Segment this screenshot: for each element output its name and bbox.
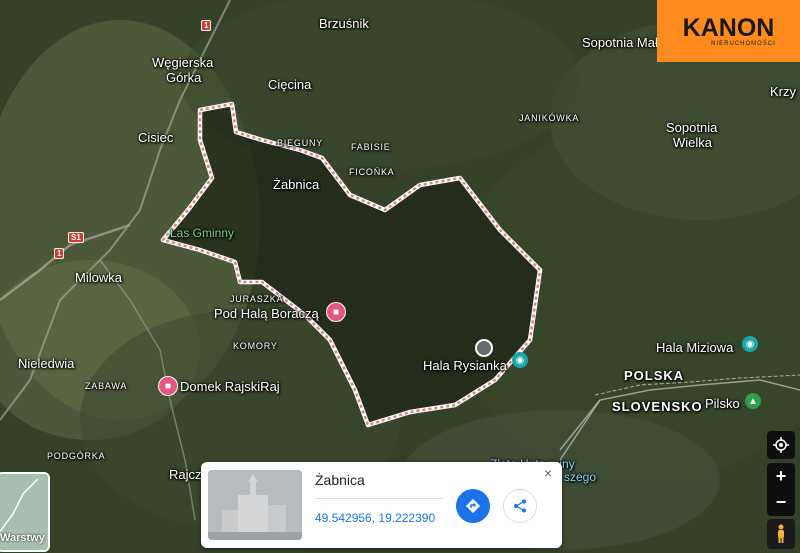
poi-label[interactable]: Pod Halą Boraczą <box>214 306 319 321</box>
poi-label[interactable]: szego <box>564 470 596 484</box>
camera-pin-icon[interactable]: ◉ <box>742 336 758 352</box>
place-label[interactable]: FABISIE <box>351 142 391 152</box>
logo-text: KANON <box>682 13 775 42</box>
country-label: SLOVENSKO <box>612 399 703 414</box>
poi-label[interactable]: Pilsko <box>705 396 740 411</box>
directions-icon <box>465 498 481 514</box>
road-shield-1: 1 <box>201 20 212 31</box>
country-label: POLSKA <box>624 368 685 383</box>
place-label[interactable]: Wielka <box>673 135 712 150</box>
location-pin-icon[interactable] <box>475 339 493 357</box>
place-card[interactable]: Żabnica 49.542956, 19.222390 × <box>201 462 562 548</box>
camera-pin-icon[interactable]: ◉ <box>512 352 528 368</box>
road-shield-s1: S1 <box>68 232 84 243</box>
place-label[interactable]: JURASZKA <box>230 294 283 304</box>
place-label[interactable]: BIEGUNY <box>277 138 323 148</box>
park-label[interactable]: Las Gminny <box>170 226 234 240</box>
place-label[interactable]: PODGÓRKA <box>47 451 105 461</box>
kanon-logo: KANON NIERUCHOMOŚCI <box>657 0 800 62</box>
zoom-in-button[interactable]: + <box>767 463 795 489</box>
directions-button[interactable] <box>456 489 490 523</box>
place-label[interactable]: Cięcina <box>268 77 311 92</box>
close-card-button[interactable]: × <box>544 465 552 481</box>
place-label[interactable]: KOMORY <box>233 341 278 351</box>
place-label[interactable]: Górka <box>166 70 201 85</box>
pegman-button[interactable] <box>767 519 795 549</box>
divider <box>315 498 443 499</box>
my-location-button[interactable] <box>767 431 795 459</box>
place-label[interactable]: Sopotnia Mała <box>582 35 665 50</box>
building-icon <box>208 470 302 540</box>
place-label[interactable]: Żabnica <box>273 177 319 192</box>
place-label[interactable]: Rajcz <box>169 467 202 482</box>
place-label[interactable]: Brzuśnik <box>319 16 369 31</box>
place-label[interactable]: Krzy <box>770 84 796 99</box>
place-title: Żabnica <box>315 472 365 488</box>
crosshair-icon <box>773 437 789 453</box>
logo-subtext: NIERUCHOMOŚCI <box>711 40 776 47</box>
place-label[interactable]: Cisiec <box>138 130 173 145</box>
layers-label: Warstwy <box>0 532 45 544</box>
zoom-out-button[interactable]: − <box>767 489 795 516</box>
poi-label[interactable]: Hala Miziowa <box>656 340 733 355</box>
place-label[interactable]: Sopotnia <box>666 120 717 135</box>
place-label[interactable]: Nieledwia <box>18 356 74 371</box>
place-thumbnail[interactable] <box>208 470 302 540</box>
share-icon <box>514 499 526 513</box>
layers-button[interactable]: Warstwy <box>0 472 50 552</box>
pegman-icon <box>778 524 784 543</box>
place-label[interactable]: FICOŃKA <box>349 167 395 177</box>
place-label[interactable]: Milowka <box>75 270 122 285</box>
hotel-pin-icon[interactable]: ■ <box>326 302 346 322</box>
place-coordinates[interactable]: 49.542956, 19.222390 <box>315 511 435 525</box>
poi-label[interactable]: Hala Rysianka <box>423 358 507 373</box>
mountain-pin-icon[interactable]: ▲ <box>745 393 761 409</box>
share-button[interactable] <box>503 489 537 523</box>
place-label[interactable]: ZABAWA <box>85 381 127 391</box>
place-label[interactable]: Węgierska <box>152 55 213 70</box>
road-shield-1: 1 <box>54 248 65 259</box>
poi-label[interactable]: Domek RajskiRaj <box>180 379 280 394</box>
place-label[interactable]: JANIKÓWKA <box>519 113 579 123</box>
hotel-pin-icon[interactable]: ■ <box>158 376 178 396</box>
